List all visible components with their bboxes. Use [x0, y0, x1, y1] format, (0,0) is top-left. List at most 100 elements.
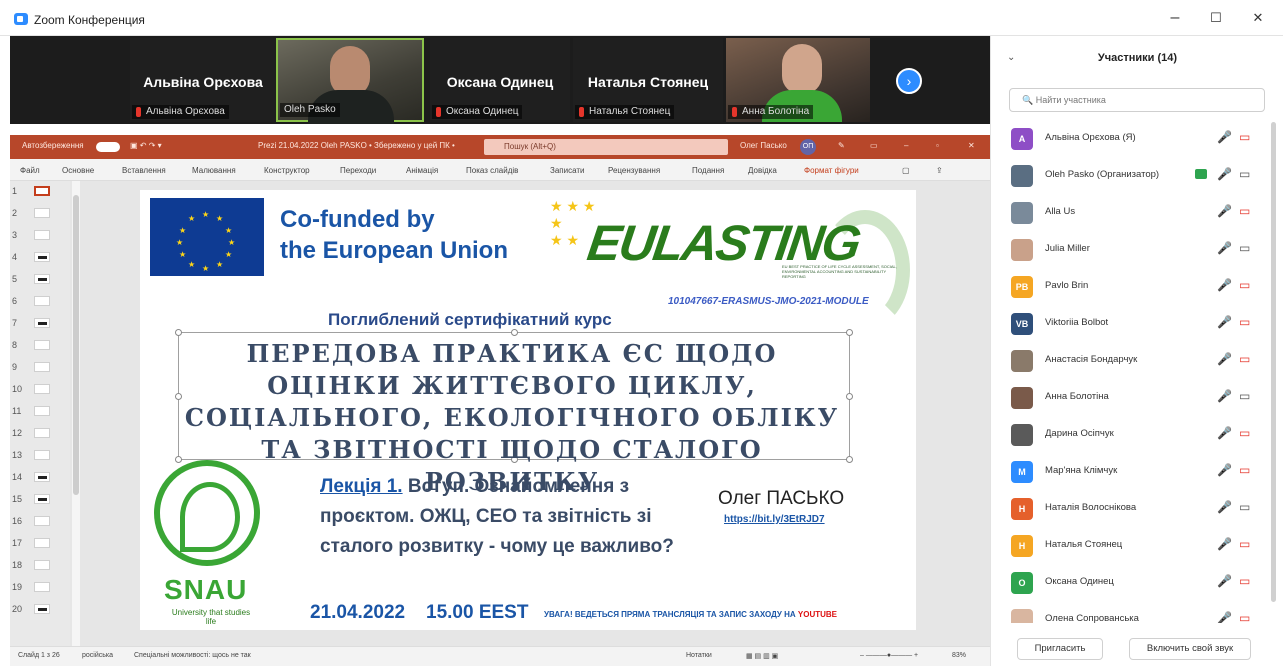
- comment-icon[interactable]: ▢: [902, 166, 910, 175]
- slide-thumbnail[interactable]: 10: [12, 381, 66, 399]
- tab-file[interactable]: Файл: [20, 166, 40, 175]
- participant-row[interactable]: Олена Сопрованська 🎤 ▭: [991, 601, 1273, 623]
- camera-off-icon[interactable]: ▭: [1239, 537, 1250, 551]
- unmute-button[interactable]: Включить свой звук: [1129, 638, 1251, 660]
- status-language[interactable]: російська: [82, 652, 113, 659]
- slide-thumbnail[interactable]: 9: [12, 359, 66, 377]
- slide-thumbnail[interactable]: 16: [12, 513, 66, 531]
- slide-thumbnail[interactable]: 17: [12, 535, 66, 553]
- zoom-level[interactable]: 83%: [952, 652, 966, 659]
- close-button[interactable]: ✕: [1248, 8, 1268, 28]
- thumbnail-scrollbar[interactable]: [72, 181, 80, 646]
- tab-view[interactable]: Подання: [692, 166, 724, 175]
- slide-thumbnail[interactable]: 13: [12, 447, 66, 465]
- slide-thumbnail[interactable]: 5: [12, 271, 66, 289]
- view-buttons[interactable]: ▦ ▤ ▥ ▣: [746, 652, 778, 660]
- zoom-slider[interactable]: – ———●——— +: [860, 652, 918, 659]
- slide-thumbnail[interactable]: 4: [12, 249, 66, 267]
- user-avatar[interactable]: ОП: [800, 139, 816, 155]
- mic-muted-icon[interactable]: 🎤: [1217, 611, 1232, 623]
- slide-thumbnail[interactable]: 3: [12, 227, 66, 245]
- participant-row[interactable]: O Оксана Одинец 🎤 ▭: [991, 564, 1273, 601]
- mic-muted-icon[interactable]: 🎤: [1217, 389, 1232, 403]
- participant-row[interactable]: H Наталья Стоянец 🎤 ▭: [991, 527, 1273, 564]
- slide-thumbnail[interactable]: 11: [12, 403, 66, 421]
- mic-muted-icon[interactable]: 🎤: [1217, 574, 1232, 588]
- tab-review[interactable]: Рецензування: [608, 166, 660, 175]
- participant-tile[interactable]: Оксана Одинец Оксана Одинец: [430, 38, 570, 122]
- camera-icon[interactable]: ▭: [1239, 241, 1250, 255]
- camera-off-icon[interactable]: ▭: [1239, 204, 1250, 218]
- tab-animations[interactable]: Анімація: [406, 166, 438, 175]
- quick-access-icons[interactable]: ▣ ↶ ↷ ▾: [130, 141, 162, 150]
- participant-row[interactable]: M Мар'яна Клімчук 🎤 ▭: [991, 453, 1273, 490]
- participant-row[interactable]: Alla Us 🎤 ▭: [991, 194, 1273, 231]
- pen-icon[interactable]: ✎: [838, 141, 845, 150]
- participant-row[interactable]: Oleh Pasko (Организатор) 🎤 ▭: [991, 157, 1273, 194]
- camera-icon[interactable]: ▭: [1239, 500, 1250, 514]
- autosave-toggle[interactable]: [96, 142, 120, 152]
- slide-thumbnail[interactable]: 12: [12, 425, 66, 443]
- camera-off-icon[interactable]: ▭: [1239, 278, 1250, 292]
- tab-slideshow[interactable]: Показ слайдів: [466, 166, 518, 175]
- minimize-button[interactable]: –: [1165, 8, 1185, 28]
- slide-thumbnail[interactable]: 7: [12, 315, 66, 333]
- tab-home[interactable]: Основне: [62, 166, 94, 175]
- tab-insert[interactable]: Вставлення: [122, 166, 166, 175]
- slide-thumbnail[interactable]: 15: [12, 491, 66, 509]
- camera-off-icon[interactable]: ▭: [1239, 426, 1250, 440]
- tab-design[interactable]: Конструктор: [264, 166, 310, 175]
- status-accessibility[interactable]: Спеціальні можливості: щось не так: [134, 652, 251, 659]
- slide-thumbnail[interactable]: 2: [12, 205, 66, 223]
- ribbon-display-icon[interactable]: ▭: [870, 141, 878, 150]
- close-icon[interactable]: ✕: [968, 141, 975, 150]
- maximize-button[interactable]: ☐: [1206, 8, 1226, 28]
- mic-muted-icon[interactable]: 🎤: [1217, 278, 1232, 292]
- slide-thumbnail[interactable]: 18: [12, 557, 66, 575]
- participant-row[interactable]: Дарина Осіпчук 🎤 ▭: [991, 416, 1273, 453]
- slide-link[interactable]: https://bit.ly/3EtRJD7: [724, 514, 825, 525]
- camera-icon[interactable]: ▭: [1239, 167, 1250, 181]
- mic-muted-icon[interactable]: 🎤: [1217, 315, 1232, 329]
- mic-muted-icon[interactable]: 🎤: [1217, 130, 1232, 144]
- participant-list-scrollbar[interactable]: [1271, 122, 1276, 602]
- search-input[interactable]: Пошук (Alt+Q): [484, 139, 728, 155]
- participant-row[interactable]: PB Pavlo Brin 🎤 ▭: [991, 268, 1273, 305]
- mic-muted-icon[interactable]: 🎤: [1217, 463, 1232, 477]
- mic-muted-icon[interactable]: 🎤: [1217, 352, 1232, 366]
- camera-off-icon[interactable]: ▭: [1239, 315, 1250, 329]
- participant-tile[interactable]: Анна Болотіна: [726, 38, 870, 122]
- participant-search-input[interactable]: 🔍 Найти участника: [1009, 88, 1265, 112]
- slide-thumbnail[interactable]: 14: [12, 469, 66, 487]
- notes-button[interactable]: Нотатки: [686, 652, 712, 659]
- mic-muted-icon[interactable]: 🎤: [1217, 241, 1232, 255]
- participant-row[interactable]: Julia Miller 🎤 ▭: [991, 231, 1273, 268]
- camera-icon[interactable]: ▭: [1239, 389, 1250, 403]
- tab-shape-format[interactable]: Формат фігури: [804, 166, 859, 175]
- camera-off-icon[interactable]: ▭: [1239, 352, 1250, 366]
- tab-help[interactable]: Довідка: [748, 166, 777, 175]
- participant-row[interactable]: H Наталія Волоснікова 🎤 ▭: [991, 490, 1273, 527]
- current-slide[interactable]: ★ ★ ★ ★ ★ ★ ★ ★ ★ ★ ★ ★ Co-funded by the Europ…: [140, 190, 916, 630]
- share-icon[interactable]: ⇪: [936, 166, 943, 175]
- mic-muted-icon[interactable]: 🎤: [1217, 537, 1232, 551]
- invite-button[interactable]: Пригласить: [1017, 638, 1103, 660]
- mic-icon[interactable]: 🎤: [1217, 167, 1232, 181]
- camera-off-icon[interactable]: ▭: [1239, 611, 1250, 623]
- tab-transitions[interactable]: Переходи: [340, 166, 376, 175]
- mic-muted-icon[interactable]: 🎤: [1217, 500, 1232, 514]
- slide-thumbnail[interactable]: 1: [12, 183, 66, 201]
- tab-record[interactable]: Записати: [550, 166, 585, 175]
- participant-tile-active-speaker[interactable]: Oleh Pasko: [276, 38, 424, 124]
- mic-muted-icon[interactable]: 🎤: [1217, 204, 1232, 218]
- participant-row[interactable]: Анна Болотіна 🎤 ▭: [991, 379, 1273, 416]
- participant-row[interactable]: Анастасія Бондарчук 🎤 ▭: [991, 342, 1273, 379]
- slide-thumbnail[interactable]: 19: [12, 579, 66, 597]
- tab-draw[interactable]: Малювання: [192, 166, 236, 175]
- mic-muted-icon[interactable]: 🎤: [1217, 426, 1232, 440]
- slide-thumbnail[interactable]: 20: [12, 601, 66, 619]
- camera-off-icon[interactable]: ▭: [1239, 463, 1250, 477]
- camera-off-icon[interactable]: ▭: [1239, 574, 1250, 588]
- restore-icon[interactable]: ▫: [936, 141, 939, 150]
- next-page-arrow-icon[interactable]: ›: [896, 68, 922, 94]
